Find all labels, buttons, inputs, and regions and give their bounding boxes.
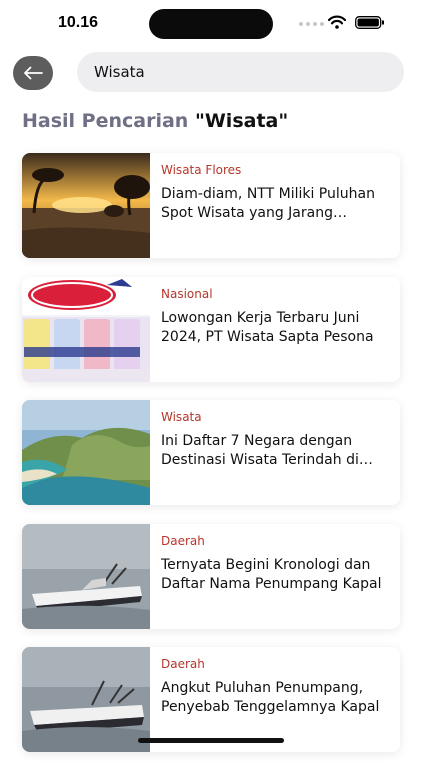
article-card[interactable]: Wisata Flores Diam-diam, NTT Miliki Pulu… — [22, 153, 400, 258]
wifi-icon — [328, 15, 346, 29]
island-bay-photo — [22, 400, 150, 505]
results-title-query: "Wisata" — [194, 110, 289, 132]
home-indicator[interactable] — [138, 738, 284, 743]
status-bar: 10.16 — [0, 0, 422, 48]
dynamic-island — [149, 9, 273, 39]
article-category: Nasional — [161, 286, 213, 301]
search-field[interactable] — [77, 52, 404, 92]
battery-icon — [355, 16, 384, 29]
sinking-boat-photo — [22, 523, 150, 629]
article-card[interactable]: Daerah Ternyata Begini Kronologi dan Daf… — [22, 523, 400, 629]
article-text: Nasional Lowongan Kerja Terbaru Juni 202… — [161, 287, 391, 347]
cimory-yogurt-photo — [22, 276, 150, 382]
results-title-label: Hasil Pencarian — [22, 110, 189, 132]
results-title: Hasil Pencarian "Wisata" — [22, 110, 288, 132]
article-category: Wisata Flores — [161, 163, 242, 177]
signal-icon — [299, 22, 324, 26]
article-headline: Diam-diam, NTT Miliki Puluhan Spot Wisat… — [161, 186, 375, 221]
article-card[interactable]: Wisata Ini Daftar 7 Negara dengan Destin… — [22, 400, 400, 505]
sunset-mangrove-photo — [22, 153, 150, 258]
sinking-boat-photo — [22, 647, 150, 752]
status-time: 10.16 — [58, 14, 99, 31]
article-category: Daerah — [161, 533, 205, 548]
search-header — [0, 52, 422, 96]
article-text: Daerah Ternyata Begini Kronologi dan Daf… — [161, 534, 391, 594]
article-category: Daerah — [161, 657, 205, 671]
article-headline: Angkut Puluhan Penumpang, Penyebab Tengg… — [161, 680, 380, 715]
results-list: Wisata Flores Diam-diam, NTT Miliki Pulu… — [22, 153, 400, 771]
search-input[interactable] — [94, 63, 384, 81]
article-text: Daerah Angkut Puluhan Penumpang, Penyeba… — [161, 657, 391, 717]
article-headline: Ternyata Begini Kronologi dan Daftar Nam… — [161, 556, 382, 592]
article-text: Wisata Flores Diam-diam, NTT Miliki Pulu… — [161, 163, 391, 223]
article-card[interactable]: Daerah Angkut Puluhan Penumpang, Penyeba… — [22, 647, 400, 752]
article-headline: Lowongan Kerja Terbaru Juni 2024, PT Wis… — [161, 309, 374, 345]
article-headline: Ini Daftar 7 Negara dengan Destinasi Wis… — [161, 433, 359, 468]
article-category: Wisata — [161, 410, 202, 424]
arrow-left-icon — [24, 66, 43, 80]
article-text: Wisata Ini Daftar 7 Negara dengan Destin… — [161, 410, 391, 470]
article-card[interactable]: Nasional Lowongan Kerja Terbaru Juni 202… — [22, 276, 400, 382]
back-button[interactable] — [13, 56, 53, 90]
